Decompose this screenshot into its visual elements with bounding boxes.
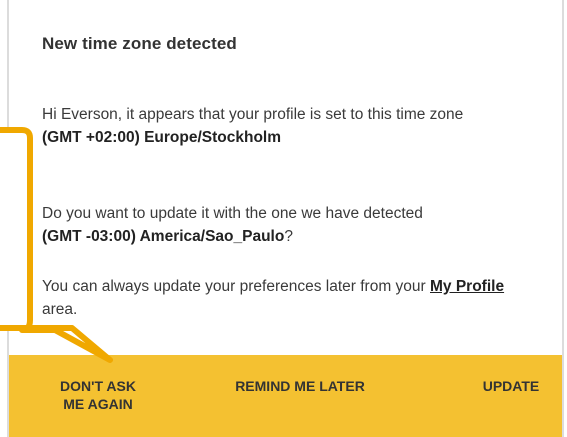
update-button[interactable]: UPDATE <box>471 377 551 395</box>
question-text: Do you want to update it with the one we… <box>42 205 423 222</box>
question-mark: ? <box>284 228 293 245</box>
dont-ask-again-button[interactable]: DON'T ASK ME AGAIN <box>57 377 139 413</box>
greeting-text: Hi Everson, it appears that your profile… <box>42 106 464 123</box>
detected-zone-message: Do you want to update it with the one we… <box>42 202 542 248</box>
detected-zone: (GMT -03:00) America/Sao_Paulo <box>42 228 285 245</box>
dialog-footer: DON'T ASK ME AGAIN REMIND ME LATER UPDAT… <box>9 355 562 437</box>
remind-me-later-button[interactable]: REMIND ME LATER <box>205 377 395 395</box>
dialog-title: New time zone detected <box>42 34 237 53</box>
note-suffix: area. <box>42 301 78 318</box>
current-zone-message: Hi Everson, it appears that your profile… <box>42 103 542 149</box>
preferences-note: You can always update your preferences l… <box>42 275 542 321</box>
current-zone: (GMT +02:00) Europe/Stockholm <box>42 129 282 146</box>
my-profile-link[interactable]: My Profile <box>430 278 504 295</box>
timezone-dialog: New time zone detected Hi Everson, it ap… <box>7 0 564 437</box>
note-prefix: You can always update your preferences l… <box>42 278 430 295</box>
